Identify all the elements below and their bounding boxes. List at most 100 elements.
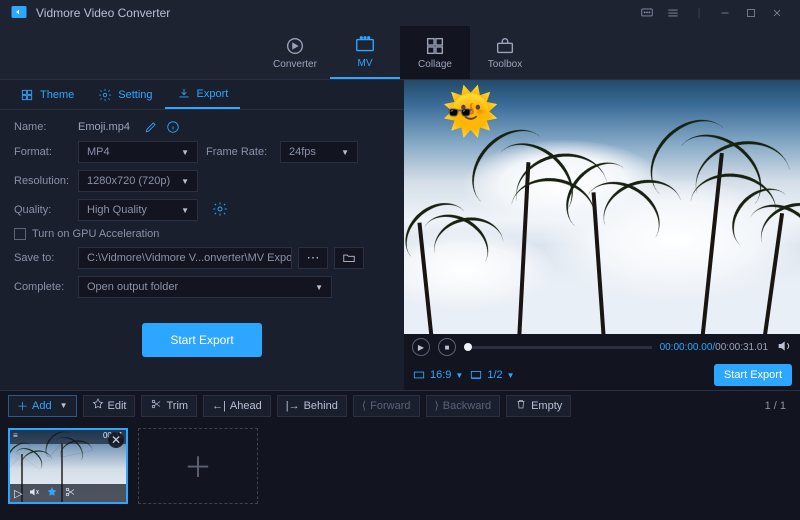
- clip-toolbar: ＋Add▼ Edit Trim ←|Ahead |→Behind ⟨Forwar…: [0, 390, 800, 420]
- divider: |: [686, 0, 712, 26]
- quality-settings-icon[interactable]: [212, 201, 228, 220]
- seek-knob[interactable]: [464, 343, 472, 351]
- seek-track[interactable]: [464, 346, 652, 349]
- collage-icon: [424, 35, 446, 57]
- converter-icon: [284, 35, 306, 57]
- preview-panel: 🌞 🕶️ ▶ ■ 00:00:00.00/00:00:31.01 16:9▼ 1…: [404, 80, 800, 390]
- tab-export[interactable]: Export: [165, 80, 241, 109]
- menu-icon[interactable]: [660, 0, 686, 26]
- toolbox-icon: [494, 35, 516, 57]
- play-button[interactable]: ▶: [412, 338, 430, 356]
- emoji-sunglasses-overlay: 🕶️: [446, 102, 473, 124]
- complete-label: Complete:: [14, 281, 70, 293]
- time-display: 00:00:00.00/00:00:31.01: [660, 342, 768, 353]
- clip-edit-icon[interactable]: [46, 486, 58, 501]
- chevron-down-icon: ▼: [507, 371, 515, 380]
- saveto-folder-icon[interactable]: [334, 247, 364, 269]
- resolution-select[interactable]: 1280x720 (720p)▼: [78, 170, 198, 192]
- app-title: Vidmore Video Converter: [36, 6, 170, 20]
- start-export-button[interactable]: Start Export: [142, 323, 262, 357]
- chevron-down-icon: ▼: [315, 283, 323, 292]
- resolution-label: Resolution:: [14, 175, 70, 187]
- ahead-button[interactable]: ←|Ahead: [203, 395, 271, 417]
- ahead-icon: ←|: [212, 400, 226, 412]
- clip-thumbnail[interactable]: ≡00:31 ✕ ▷: [8, 428, 128, 504]
- plus-icon: ＋: [184, 446, 212, 486]
- maximize-icon[interactable]: [738, 0, 764, 26]
- trash-icon: [515, 398, 527, 413]
- add-button[interactable]: ＋Add▼: [8, 395, 77, 417]
- edit-name-icon[interactable]: [144, 120, 158, 134]
- clip-mute-icon[interactable]: [28, 486, 40, 501]
- gpu-checkbox[interactable]: [14, 228, 26, 240]
- preview-controls: ▶ ■ 00:00:00.00/00:00:31.01: [404, 334, 800, 360]
- quality-label: Quality:: [14, 204, 70, 216]
- empty-button[interactable]: Empty: [506, 395, 571, 417]
- feedback-icon[interactable]: [634, 0, 660, 26]
- edit-icon: [92, 398, 104, 413]
- chevron-down-icon: ▼: [181, 177, 189, 186]
- nav-collage[interactable]: Collage: [400, 26, 470, 79]
- behind-icon: |→: [286, 400, 300, 412]
- saveto-more-icon[interactable]: ⋯: [298, 247, 328, 269]
- framerate-select[interactable]: 24fps▼: [280, 141, 358, 163]
- nav-toolbox[interactable]: Toolbox: [470, 26, 540, 79]
- clip-trim-icon[interactable]: [64, 486, 76, 501]
- gpu-label: Turn on GPU Acceleration: [32, 228, 159, 240]
- forward-icon: ⟨: [362, 399, 366, 412]
- name-value: Emoji.mp4: [78, 121, 130, 133]
- video-preview[interactable]: 🌞 🕶️: [404, 80, 800, 334]
- forward-button[interactable]: ⟨Forward: [353, 395, 420, 417]
- main-area: Theme Setting Export Name: Emoji.mp4 For…: [0, 80, 800, 390]
- chevron-down-icon: ▼: [181, 206, 189, 215]
- complete-select[interactable]: Open output folder▼: [78, 276, 332, 298]
- add-clip-slot[interactable]: ＋: [138, 428, 258, 504]
- format-select[interactable]: MP4▼: [78, 141, 198, 163]
- clip-handle-icon: ≡: [13, 431, 18, 443]
- app-logo-icon: [10, 3, 28, 24]
- chevron-down-icon: ▼: [341, 148, 349, 157]
- chevron-down-icon: ▼: [181, 148, 189, 157]
- backward-icon: ⟩: [435, 399, 439, 412]
- tab-theme[interactable]: Theme: [8, 80, 86, 109]
- saveto-label: Save to:: [14, 252, 70, 264]
- name-info-icon[interactable]: [166, 120, 180, 134]
- backward-button[interactable]: ⟩Backward: [426, 395, 501, 417]
- nav-mv[interactable]: MV: [330, 26, 400, 79]
- gpu-row[interactable]: Turn on GPU Acceleration: [14, 228, 390, 240]
- setting-icon: [98, 88, 112, 102]
- chevron-down-icon: ▼: [60, 401, 68, 410]
- stop-button[interactable]: ■: [438, 338, 456, 356]
- format-label: Format:: [14, 146, 70, 158]
- mv-icon: [354, 34, 376, 56]
- preview-start-export-button[interactable]: Start Export: [714, 364, 792, 386]
- clip-play-icon[interactable]: ▷: [14, 487, 22, 500]
- edit-button[interactable]: Edit: [83, 395, 136, 417]
- scissors-icon: [150, 398, 162, 413]
- aspect-select[interactable]: 16:9▼: [412, 368, 463, 382]
- export-form: Name: Emoji.mp4 Format: MP4▼ Frame Rate:…: [0, 110, 404, 363]
- minimize-icon[interactable]: [712, 0, 738, 26]
- export-panel: Theme Setting Export Name: Emoji.mp4 For…: [0, 80, 404, 390]
- quality-select[interactable]: High Quality▼: [78, 199, 198, 221]
- volume-icon[interactable]: [776, 338, 792, 357]
- nav-converter[interactable]: Converter: [260, 26, 330, 79]
- export-icon: [177, 87, 191, 101]
- close-icon[interactable]: [764, 0, 790, 26]
- timeline: ≡00:31 ✕ ▷ ＋: [0, 420, 800, 520]
- titlebar: Vidmore Video Converter |: [0, 0, 800, 26]
- page-indicator: 1 / 1: [765, 400, 786, 412]
- name-label: Name:: [14, 121, 70, 133]
- plus-icon: ＋: [17, 398, 28, 414]
- trim-button[interactable]: Trim: [141, 395, 197, 417]
- tab-setting[interactable]: Setting: [86, 80, 164, 109]
- scale-select[interactable]: 1/2▼: [469, 368, 514, 382]
- theme-icon: [20, 88, 34, 102]
- remove-clip-icon[interactable]: ✕: [108, 432, 124, 448]
- behind-button[interactable]: |→Behind: [277, 395, 347, 417]
- saveto-path[interactable]: C:\Vidmore\Vidmore V...onverter\MV Expor…: [78, 247, 292, 269]
- top-nav: Converter MV Collage Toolbox: [0, 26, 800, 80]
- framerate-label: Frame Rate:: [206, 146, 272, 158]
- preview-options: 16:9▼ 1/2▼ Start Export: [404, 360, 800, 390]
- chevron-down-icon: ▼: [455, 371, 463, 380]
